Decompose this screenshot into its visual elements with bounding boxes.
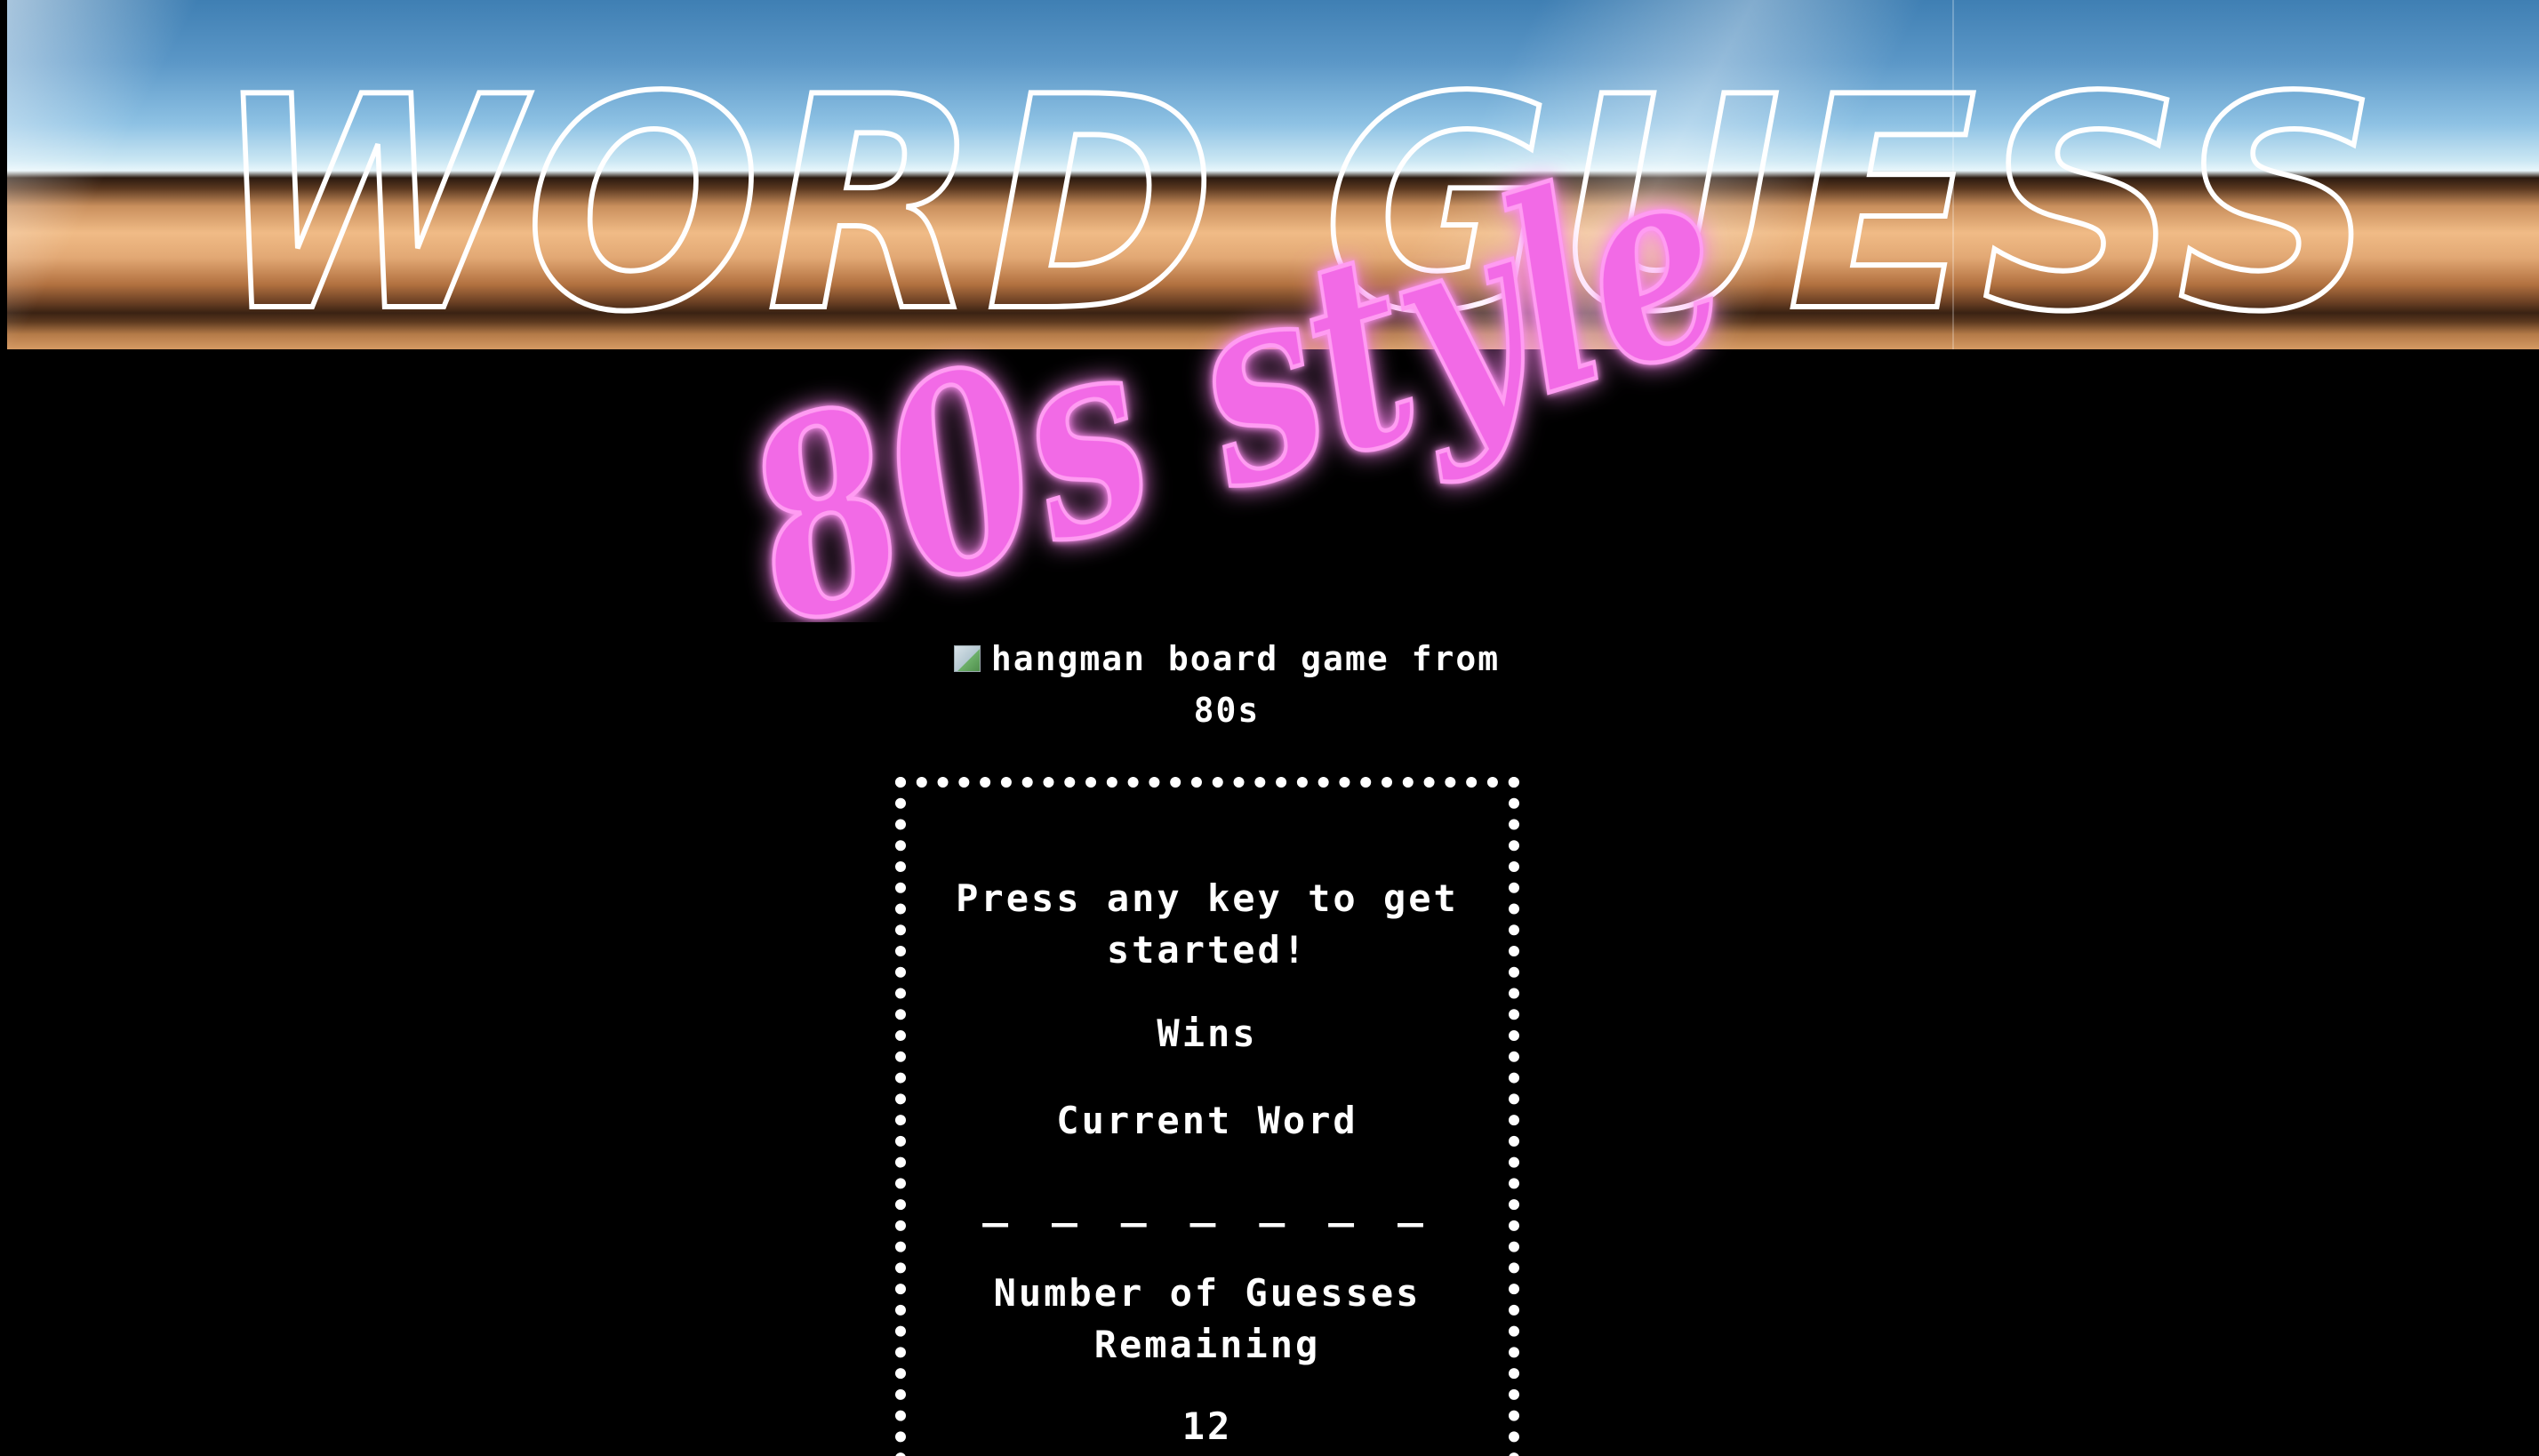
hangman-image-alt: hangman board game from 80s [990, 639, 1501, 730]
current-word-blanks: _ _ _ _ _ _ _ [982, 1178, 1432, 1228]
start-prompt: Press any key to get started! [956, 876, 1459, 972]
current-word-label: Current Word [1056, 1099, 1358, 1142]
title-artwork: WORD GUESS 80s style [211, 32, 2380, 622]
game-panel: Press any key to get started! Wins Curre… [895, 777, 1519, 1456]
hangman-image: hangman board game from 80s [925, 633, 1529, 736]
wins-label: Wins [1157, 1012, 1258, 1055]
guesses-remaining-label: Number of Guesses Remaining [993, 1271, 1422, 1366]
guesses-remaining-value: 12 [1181, 1404, 1233, 1448]
broken-image-icon [953, 645, 981, 672]
